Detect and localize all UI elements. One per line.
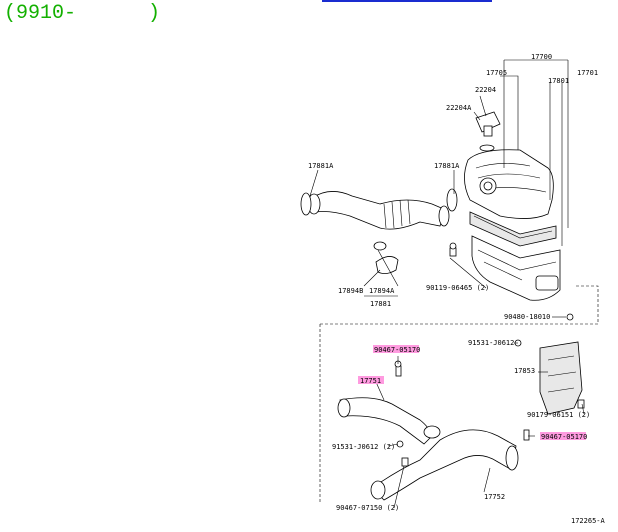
label-17881[interactable]: 17881 — [370, 300, 391, 308]
drawing-reference: 172265-A — [571, 517, 606, 525]
hose-clamp-left[interactable] — [300, 192, 312, 216]
label-17801[interactable]: 17801 — [548, 77, 569, 85]
label-90467-top[interactable]: 90467-05170 — [374, 346, 420, 354]
hose-grommet[interactable] — [373, 241, 387, 251]
air-cleaner-lid[interactable] — [464, 149, 554, 219]
label-17853[interactable]: 17853 — [514, 367, 535, 375]
airflow-sensor[interactable] — [475, 111, 501, 152]
label-17701[interactable]: 17701 — [577, 69, 598, 77]
bolt-90179[interactable] — [577, 399, 585, 409]
label-90467-right[interactable]: 90467-05170 — [541, 433, 587, 441]
label-90467-bottom[interactable]: 90467-07150 (2) — [336, 504, 399, 512]
intake-air-connector-hose[interactable] — [307, 191, 450, 230]
label-90480[interactable]: 90480-18010 — [504, 313, 550, 321]
bolt-90480[interactable] — [566, 313, 574, 321]
label-91531-bottom[interactable]: 91531-J0612 (2) — [332, 443, 395, 451]
label-17751[interactable]: 17751 — [360, 377, 381, 385]
inlet-hose-17751[interactable] — [337, 397, 441, 445]
inlet-hose-17752[interactable] — [370, 429, 519, 501]
label-90179[interactable]: 90179-06151 (2) — [527, 411, 590, 419]
label-17700[interactable]: 17700 — [531, 53, 552, 61]
label-17752[interactable]: 17752 — [484, 493, 505, 501]
label-17894a[interactable]: 17894A — [369, 287, 395, 295]
label-22204[interactable]: 22204 — [475, 86, 496, 94]
label-17894b[interactable]: 17894B — [338, 287, 363, 295]
label-17881a-right[interactable]: 17881A — [434, 162, 460, 170]
parts-diagram: 17700 17705 17701 17801 22204 22204A 178… — [300, 53, 606, 525]
bolt-90467-bottom[interactable] — [401, 457, 409, 467]
heat-insulator-17853[interactable] — [539, 341, 583, 415]
bolt-90467-right[interactable] — [523, 429, 530, 441]
label-90119[interactable]: 90119-06465 (2) — [426, 284, 489, 292]
label-91531-top[interactable]: 91531-J0612 — [468, 339, 514, 347]
label-17705[interactable]: 17705 — [486, 69, 507, 77]
hose-clamp-right[interactable] — [446, 188, 458, 212]
label-17881a-left[interactable]: 17881A — [308, 162, 334, 170]
bolt-90119[interactable] — [449, 242, 457, 257]
label-22204a[interactable]: 22204A — [446, 104, 472, 112]
